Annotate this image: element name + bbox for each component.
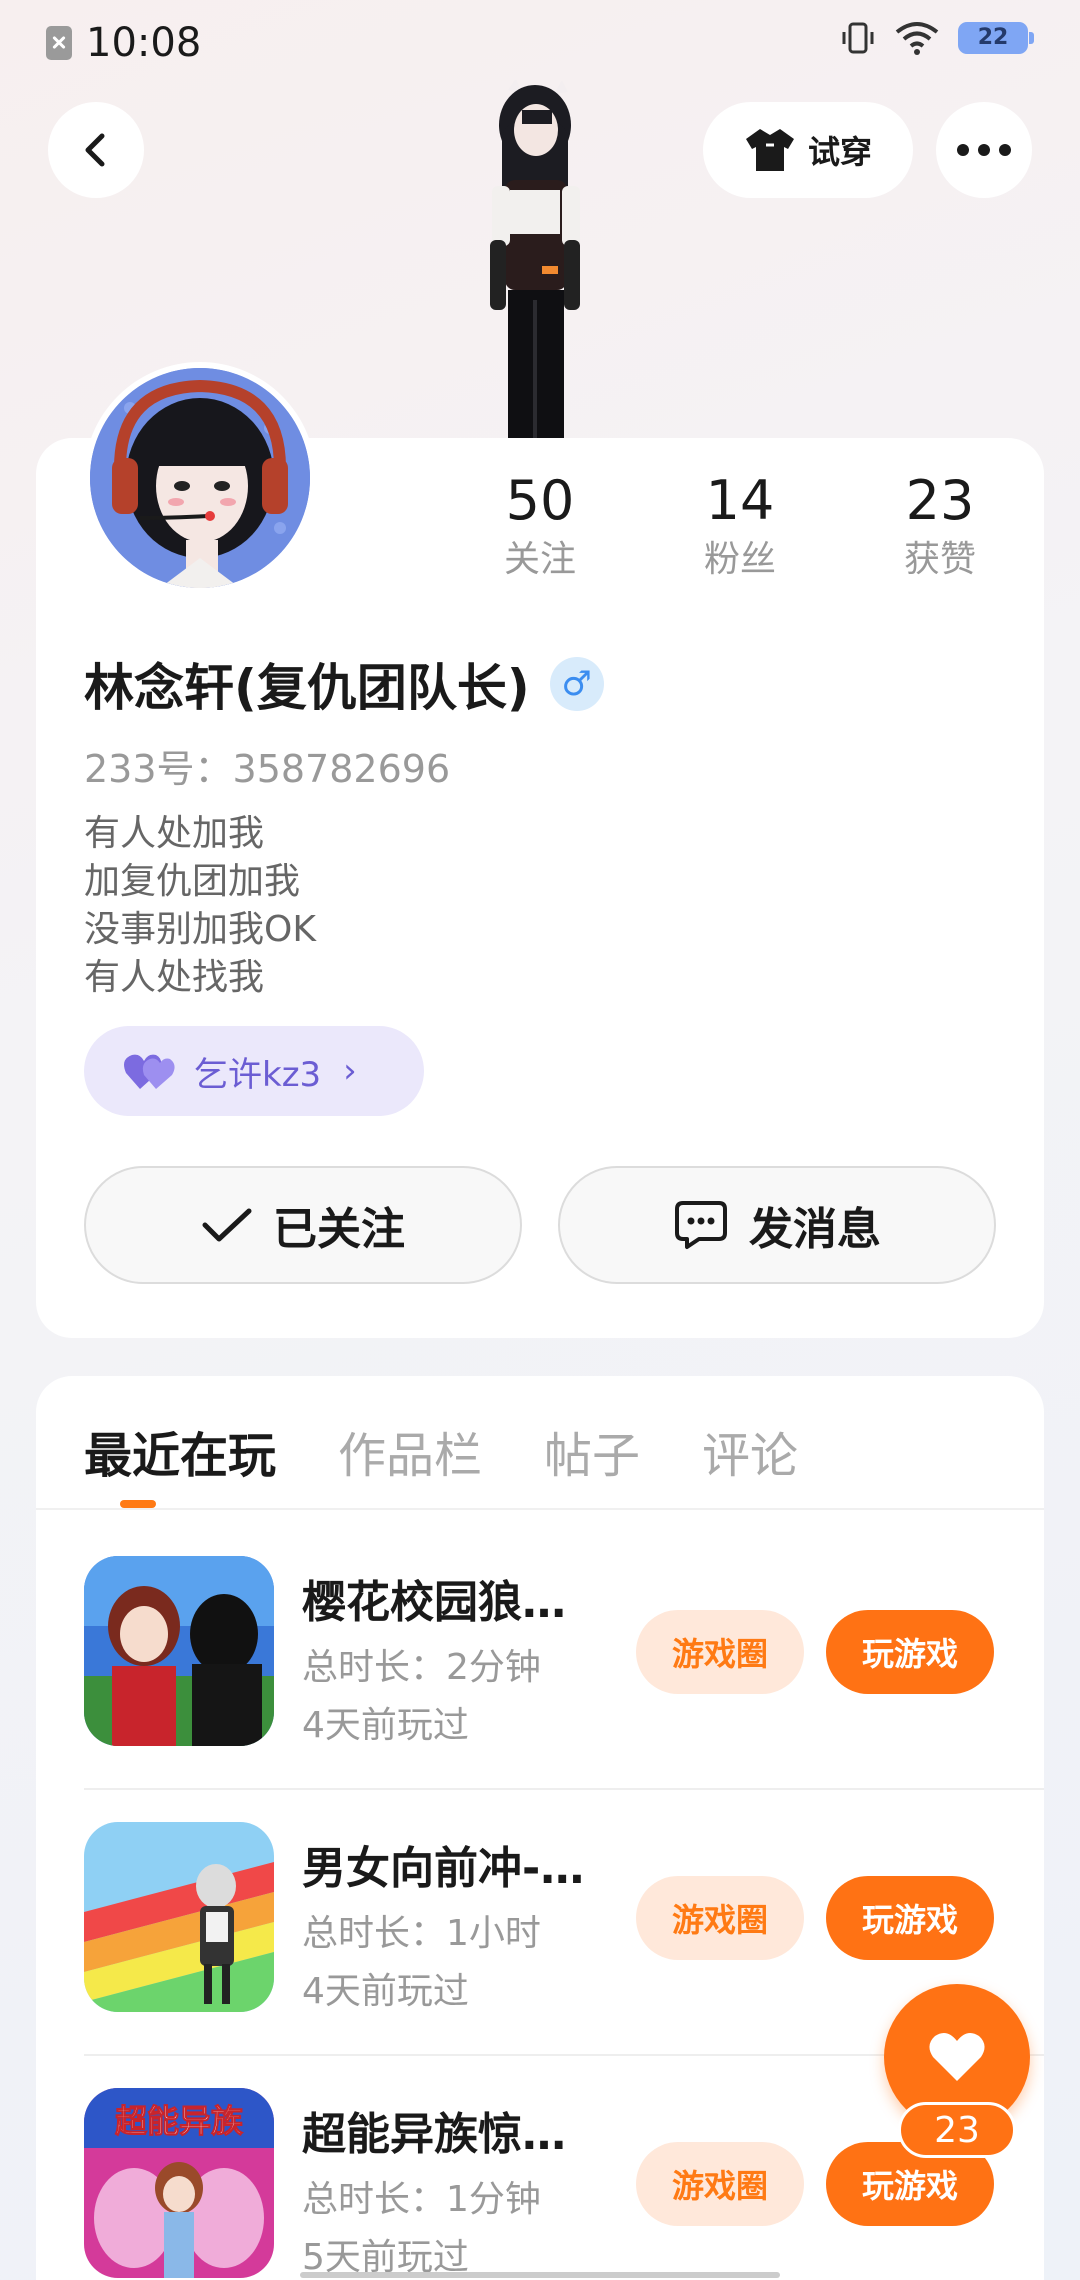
stat-value: 23 [905, 469, 975, 532]
user-name: 林念轩(复仇团队长) [84, 659, 530, 717]
double-heart-icon [124, 1054, 175, 1089]
wifi-icon [895, 22, 939, 55]
game-circle-button[interactable]: 游戏圈 [636, 1610, 804, 1694]
more-dots-icon [957, 144, 1011, 156]
check-icon [202, 1208, 252, 1242]
bio-line: 没事别加我OK [84, 909, 316, 950]
stat-label: 关注 [503, 539, 576, 580]
more-button[interactable] [936, 102, 1032, 198]
stat-label: 获赞 [903, 539, 976, 580]
game-circle-button[interactable]: 游戏圈 [636, 1876, 804, 1960]
send-message-label: 发消息 [749, 1204, 881, 1255]
game-name: 超能异族惊… [302, 2109, 566, 2160]
stat-value: 14 [705, 469, 775, 532]
battery-indicator: 22 [958, 22, 1034, 54]
game-icon-title: 超能异族 [115, 2102, 244, 2140]
stat-followers[interactable]: 14 粉丝 [640, 466, 840, 584]
bio-line: 加复仇团加我 [84, 861, 301, 902]
chevron-right-icon: › [343, 1051, 357, 1091]
play-game-button[interactable]: 玩游戏 [826, 1876, 994, 1960]
back-button[interactable] [48, 102, 144, 198]
status-bar: 10:08 22 [0, 0, 1080, 90]
heart-icon [929, 2032, 985, 2081]
tab-posts[interactable]: 帖子 [544, 1416, 640, 1486]
tabs-divider [36, 1508, 1044, 1510]
content-card: 最近在玩 作品栏 帖子 评论 樱花校园狼… 总时长：2分钟 4天前玩过 游戏圈 … [36, 1376, 1044, 2280]
user-bio: 有人处加我 加复仇团加我 没事别加我OK 有人处找我 [84, 810, 316, 1002]
following-label: 已关注 [273, 1204, 405, 1255]
send-message-button[interactable]: 发消息 [558, 1166, 996, 1284]
avatar-image [90, 368, 310, 588]
game-icon [84, 1556, 274, 1746]
game-icon [84, 1822, 274, 2012]
tryon-button[interactable]: 试穿 [703, 102, 913, 198]
chat-bubble-icon [675, 1201, 727, 1249]
row-divider [84, 1788, 1044, 1790]
avatar-portrait [90, 368, 310, 588]
game-duration: 总时长：2分钟 [302, 1647, 541, 1688]
relationship-tag[interactable]: 乞许kz3 › [84, 1026, 424, 1116]
male-icon: ♂ [549, 657, 604, 711]
stat-label: 粉丝 [703, 539, 776, 580]
game-last-played: 4天前玩过 [302, 1971, 469, 2012]
status-left: 10:08 [46, 20, 201, 66]
avatar-3d-figure[interactable] [450, 80, 620, 440]
like-count: 23 [898, 2102, 1016, 2158]
tag-label: 乞许kz3 [194, 1054, 322, 1095]
stat-likes[interactable]: 23 获赞 [840, 466, 1040, 584]
profile-avatar[interactable] [84, 362, 316, 594]
tab-bar: 最近在玩 作品栏 帖子 评论 [84, 1416, 798, 1486]
game-duration: 总时长：1分钟 [302, 2179, 541, 2220]
tshirt-icon [745, 129, 794, 171]
vibrate-icon [842, 22, 874, 54]
stats-row: 50 关注 14 粉丝 23 获赞 [440, 466, 1040, 584]
user-id[interactable]: 233号：358782696 [84, 738, 450, 793]
home-indicator [300, 2272, 780, 2278]
game-duration: 总时长：1小时 [302, 1913, 541, 1954]
tab-recently-played[interactable]: 最近在玩 [84, 1416, 276, 1486]
play-game-button[interactable]: 玩游戏 [826, 1610, 994, 1694]
stat-following[interactable]: 50 关注 [440, 466, 640, 584]
status-time: 10:08 [86, 20, 202, 66]
tab-works[interactable]: 作品栏 [338, 1416, 482, 1486]
game-icon: 超能异族 [84, 2088, 274, 2278]
no-sim-icon [46, 26, 72, 60]
game-name: 男女向前冲-… [302, 1843, 585, 1894]
game-last-played: 4天前玩过 [302, 1705, 469, 1746]
following-button[interactable]: 已关注 [84, 1166, 522, 1284]
active-tab-indicator [120, 1500, 156, 1508]
status-right: 22 [840, 20, 1034, 56]
user-name-row: 林念轩(复仇团队长) ♂ [84, 648, 604, 720]
bio-line: 有人处加我 [84, 813, 265, 854]
stat-value: 50 [505, 469, 575, 532]
game-list-item[interactable]: 樱花校园狼… 总时长：2分钟 4天前玩过 游戏圈 玩游戏 [84, 1556, 1044, 1822]
tab-comments[interactable]: 评论 [702, 1416, 798, 1486]
tryon-label: 试穿 [807, 133, 872, 171]
game-name: 樱花校园狼… [302, 1577, 566, 1628]
chevron-left-icon [85, 133, 105, 167]
bio-line: 有人处找我 [84, 957, 265, 998]
game-circle-button[interactable]: 游戏圈 [636, 2142, 804, 2226]
